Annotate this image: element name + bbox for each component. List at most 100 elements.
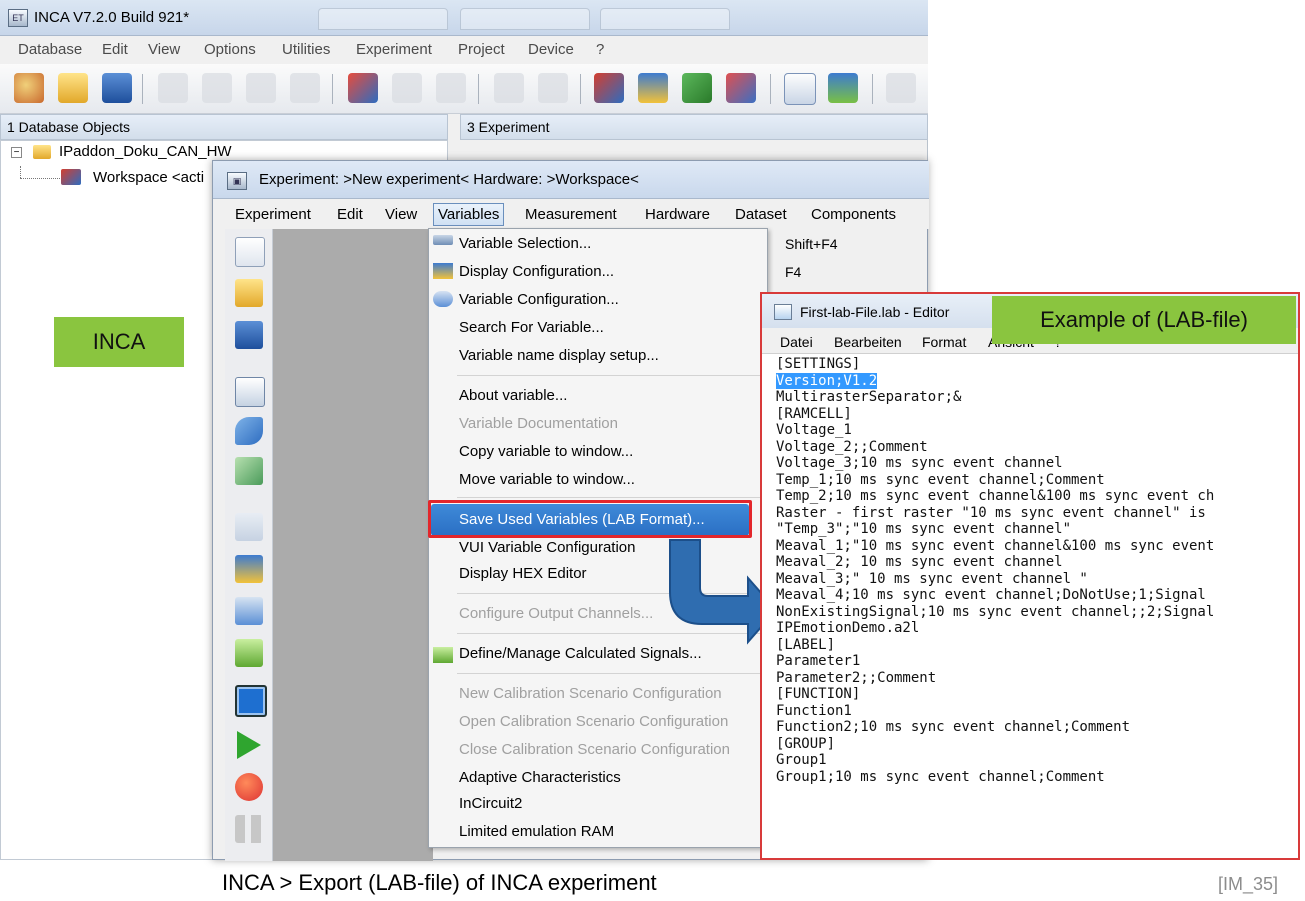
editor-menu-bearbeiten[interactable]: Bearbeiten [834, 334, 902, 350]
experiment-icon[interactable] [594, 73, 624, 103]
figure-reference: [IM_35] [1218, 874, 1279, 894]
lab-file-label-badge: Example of (LAB-file) [992, 296, 1296, 344]
variable-config-icon[interactable] [235, 597, 263, 625]
network-icon[interactable] [436, 73, 466, 103]
editor-line: Function2;10 ms sync event channel;Comme… [776, 719, 1131, 735]
calculated-signals-icon[interactable] [235, 639, 263, 667]
paste-icon[interactable] [246, 73, 276, 103]
save-icon[interactable] [102, 73, 132, 103]
exp-menu-variables[interactable]: Variables [433, 203, 505, 226]
start-play-icon[interactable] [237, 731, 261, 759]
properties-icon[interactable] [235, 377, 265, 407]
editor-line: Temp_2;10 ms sync event channel&100 ms s… [776, 488, 1215, 504]
menu-item-move-variable-to-window[interactable]: Move variable to window... [459, 471, 635, 488]
menu-item-variable-configuration[interactable]: Variable Configuration... [459, 291, 619, 308]
menu-view[interactable]: View [148, 41, 180, 58]
open-folder-icon[interactable] [235, 279, 263, 307]
recorder-icon[interactable] [235, 457, 263, 485]
menu-utilities[interactable]: Utilities [282, 41, 330, 58]
menu-item-copy-variable-to-window[interactable]: Copy variable to window... [459, 443, 633, 460]
menu-item-display-configuration[interactable]: Display Configuration... [459, 263, 614, 280]
search-icon[interactable] [886, 73, 916, 103]
exp-menu-measurement[interactable]: Measurement [525, 206, 617, 223]
menu-separator [457, 497, 767, 498]
delete-icon[interactable] [290, 73, 320, 103]
editor-line: Temp_1;10 ms sync event channel;Comment [776, 471, 1105, 488]
data-compare-icon[interactable] [726, 73, 756, 103]
folder-icon [33, 145, 51, 159]
experiment-window-icon: ▣ [227, 172, 247, 190]
editor-line: NonExistingSignal;10 ms sync event chann… [776, 603, 1215, 620]
checklist-icon[interactable] [784, 73, 816, 105]
menu-item-variable-name-display-setup[interactable]: Variable name display setup... [459, 347, 659, 364]
hardware-config-icon[interactable] [392, 73, 422, 103]
exp-menu-edit[interactable]: Edit [337, 206, 363, 223]
menu-item-incircuit2[interactable]: InCircuit2 [459, 795, 522, 812]
menu-project[interactable]: Project [458, 41, 505, 58]
editor-menu-format[interactable]: Format [922, 334, 966, 350]
arrow-up-icon[interactable] [538, 73, 568, 103]
tree-workspace-item[interactable]: Workspace <acti [93, 169, 204, 186]
layers-icon[interactable] [235, 417, 263, 445]
editor-text-area[interactable]: [SETTINGS] Version;V1.2 MultirasterSeparat… [776, 356, 1296, 856]
lab-file-editor: First-lab-File.lab - Editor Datei Bearbe… [760, 292, 1300, 860]
editor-line: [GROUP] [776, 735, 836, 752]
menu-item-variable-selection[interactable]: Variable Selection... [459, 235, 591, 252]
menu-item-about-variable[interactable]: About variable... [459, 387, 567, 404]
tree-root-item[interactable]: IPaddon_Doku_CAN_HW [59, 143, 232, 160]
experiment-pane-header: 3 Experiment [460, 114, 928, 140]
record-icon[interactable] [235, 773, 263, 801]
new-document-icon[interactable] [235, 237, 265, 267]
database-icon[interactable] [14, 73, 44, 103]
display-icon[interactable] [828, 73, 858, 103]
menu-edit[interactable]: Edit [102, 41, 128, 58]
menu-item-search-for-variable[interactable]: Search For Variable... [459, 319, 604, 336]
editor-line: MultirasterSeparator;& [776, 389, 962, 405]
variable-selection-icon [433, 235, 453, 245]
menu-experiment[interactable]: Experiment [356, 41, 432, 58]
editor-line: [RAMCELL] [776, 405, 852, 422]
calibration-icon[interactable] [682, 73, 712, 103]
editor-line: Version;V1.2 [776, 372, 878, 389]
arrow-down-icon[interactable] [494, 73, 524, 103]
editor-line: Voltage_3;10 ms sync event channel [776, 455, 1063, 471]
menu-options[interactable]: Options [204, 41, 256, 58]
menu-help[interactable]: ? [596, 41, 604, 58]
workspace-icon[interactable] [348, 73, 378, 103]
menu-item-display-hex-editor[interactable]: Display HEX Editor [459, 565, 587, 582]
editor-line: Parameter2;;Comment [776, 669, 937, 686]
cut-icon[interactable] [158, 73, 188, 103]
measure-icon[interactable] [638, 73, 668, 103]
collapse-toggle-icon[interactable]: − [11, 147, 22, 158]
menu-item-limited-emulation-ram[interactable]: Limited emulation RAM [459, 823, 614, 840]
notepad-icon [774, 304, 792, 320]
editor-line: Raster - first raster "10 ms sync event … [776, 504, 1206, 521]
menu-item-adaptive-characteristics[interactable]: Adaptive Characteristics [459, 769, 621, 786]
variable-selection-icon[interactable] [235, 513, 263, 541]
menu-device[interactable]: Device [528, 41, 574, 58]
copy-icon[interactable] [202, 73, 232, 103]
menu-database[interactable]: Database [18, 41, 82, 58]
menu-item-vui-variable-configuration[interactable]: VUI Variable Configuration [459, 539, 635, 556]
menu-separator [457, 673, 767, 674]
editor-line: Voltage_1 [776, 422, 852, 438]
stop-square-icon[interactable] [235, 685, 267, 717]
exp-menu-components[interactable]: Components [811, 206, 896, 223]
database-objects-header: 1 Database Objects [0, 114, 448, 140]
exp-menu-dataset[interactable]: Dataset [735, 206, 787, 223]
exp-menu-experiment[interactable]: Experiment [235, 206, 311, 223]
open-folder-icon[interactable] [58, 73, 88, 103]
tree-line [20, 178, 60, 179]
editor-menu-datei[interactable]: Datei [780, 334, 813, 350]
shortcut-display-configuration: F4 [785, 264, 802, 280]
pause-icon[interactable] [235, 815, 263, 843]
exp-menu-view[interactable]: View [385, 206, 417, 223]
exp-menu-hardware[interactable]: Hardware [645, 206, 710, 223]
display-config-icon[interactable] [235, 555, 263, 583]
editor-line: Meaval_3;" 10 ms sync event channel " [776, 570, 1088, 587]
editor-line: Group1;10 ms sync event channel;Comment [776, 768, 1105, 785]
editor-line: "Temp_3";"10 ms sync event channel" [776, 521, 1072, 537]
save-icon[interactable] [235, 321, 263, 349]
menu-item-variable-documentation: Variable Documentation [459, 415, 618, 432]
main-window-title: INCA V7.2.0 Build 921* [34, 9, 190, 26]
